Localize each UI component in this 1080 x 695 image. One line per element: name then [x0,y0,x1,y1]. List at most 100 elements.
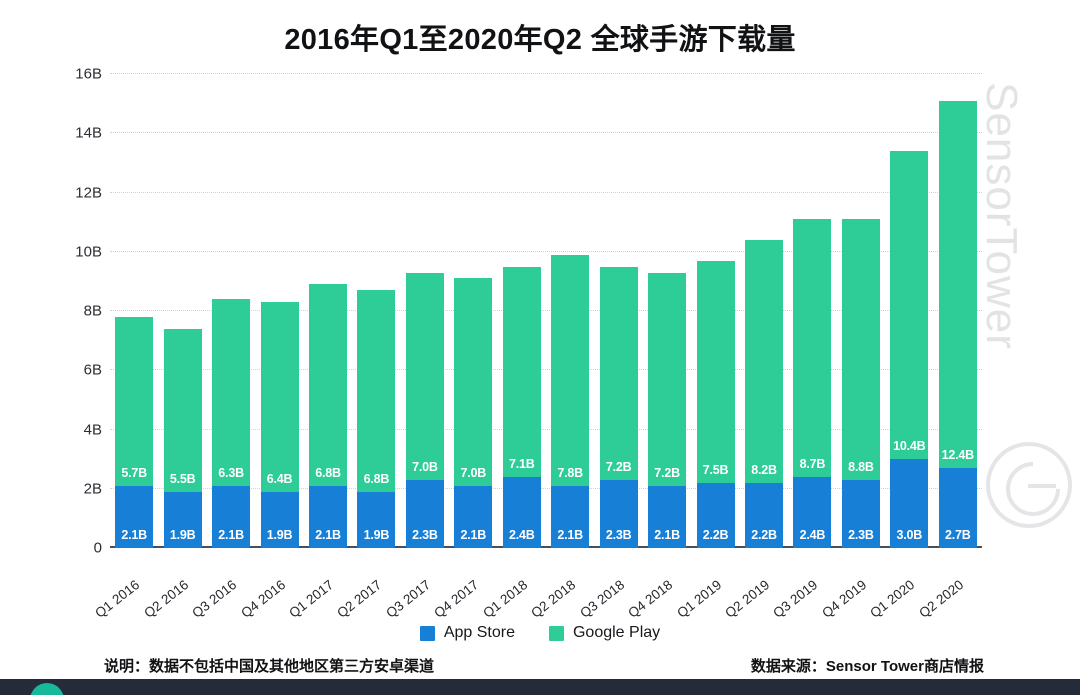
x-axis-tick: Q3 2019 [770,577,821,621]
brand-dot-icon [30,683,64,695]
bar-group[interactable]: 7.0B 2.1B [454,278,493,548]
bar-value-label: 5.5B [169,471,196,486]
bar-segment-google-play[interactable]: 7.2B [599,266,638,480]
bar-segment-google-play[interactable]: 7.8B [551,254,590,486]
bar-segment-google-play[interactable]: 7.0B [405,272,444,480]
legend-item[interactable]: Google Play [548,624,661,642]
bar-value-label: 2.1B [218,528,244,542]
legend-label: Google Play [572,624,661,641]
bar-segment-app-store[interactable]: 1.9B [163,491,202,548]
bar-group[interactable]: 6.8B 2.1B [309,284,347,548]
bar-segment-app-store[interactable]: 2.3B [405,479,444,548]
y-axis-tick: 8B [83,302,102,320]
bar-segment-app-store[interactable]: 2.7B [938,468,977,548]
x-axis-tick: Q2 2017 [334,577,385,621]
bar-segment-app-store[interactable]: 2.1B [551,485,590,548]
bar-group[interactable]: 8.7B 2.4B [793,219,832,548]
bar-value-label: 2.1B [121,528,148,542]
bar-segment-app-store[interactable]: 2.4B [502,476,541,548]
x-axis-tick: Q4 2018 [625,577,676,621]
x-axis-tick: Q1 2019 [673,577,724,621]
bar-group[interactable]: 7.2B 2.1B [648,272,687,548]
bar-value-label: 7.2B [654,465,680,480]
bar-segment-app-store[interactable]: 3.0B [890,459,929,548]
bar-group[interactable]: 7.2B 2.3B [599,266,638,548]
bar-segment-google-play[interactable]: 12.4B [938,100,977,469]
bar-value-label: 2.1B [460,528,487,542]
bar-segment-app-store[interactable]: 2.1B [309,485,347,548]
bar-segment-google-play[interactable]: 6.4B [260,302,299,492]
y-axis-tick: 4B [83,421,102,438]
bar-value-label: 1.9B [169,528,196,542]
bar-segment-app-store[interactable]: 2.4B [793,476,832,548]
bar-segment-app-store[interactable]: 1.9B [260,491,299,548]
bar-group[interactable]: 6.3B 2.1B [212,299,251,548]
x-axis-tick: Q2 2018 [528,577,579,621]
bar-segment-app-store[interactable]: 2.1B [454,485,493,548]
x-axis-tick: Q1 2020 [867,577,918,621]
bar-segment-app-store[interactable]: 2.1B [648,485,687,548]
legend-item[interactable]: App Store [419,624,515,642]
bar-segment-app-store[interactable]: 2.3B [599,479,638,548]
x-axis-tick: Q1 2016 [92,577,143,621]
bar-segment-google-play[interactable]: 7.0B [454,278,493,486]
chart-page: 2016年Q1至2020年Q2 全球手游下载量 0 2B 4B 6B 8B 10B 12B 1… [0,0,1080,695]
bar-value-label: 6.3B [218,465,244,480]
bar-group[interactable]: 6.4B 1.9B [260,302,299,548]
bar-group[interactable]: 5.7B 2.1B [115,316,154,548]
bar-group[interactable]: 12.4B 2.7B [938,100,977,548]
bar-value-label: 2.2B [751,528,777,542]
bar-value-label: 1.9B [266,528,293,542]
bar-segment-google-play[interactable]: 7.2B [648,272,687,486]
bar-segment-google-play[interactable]: 8.8B [841,219,880,480]
chart-legend: App Store Google Play [0,624,1080,642]
bar-value-label: 12.4B [941,448,975,463]
bar-segment-google-play[interactable]: 6.3B [212,299,251,486]
plot-wrapper: 0 2B 4B 6B 8B 10B 12B 14B 16B 5.7B 2.1B 5.5B 1.9B 6.… [0,0,1080,695]
bar-segment-app-store[interactable]: 2.1B [115,485,154,548]
bar-group[interactable]: 8.2B 2.2B [745,239,783,548]
bar-group[interactable]: 7.8B 2.1B [551,254,590,548]
bar-segment-google-play[interactable]: 5.5B [163,328,202,492]
bar-segment-app-store[interactable]: 2.2B [745,482,783,548]
bar-segment-google-play[interactable]: 5.7B [115,316,154,486]
bar-group[interactable]: 6.8B 1.9B [357,290,396,548]
bar-segment-app-store[interactable]: 2.3B [841,479,880,548]
legend-swatch-icon [548,625,564,641]
bar-value-label: 2.4B [508,528,535,542]
bar-segment-google-play[interactable]: 8.7B [793,219,832,477]
x-axis-tick: Q2 2016 [140,577,191,621]
bar-group[interactable]: 7.1B 2.4B [502,266,541,548]
bar-value-label: 6.8B [363,471,390,486]
bar-segment-google-play[interactable]: 6.8B [357,290,396,492]
bar-group[interactable]: 7.0B 2.3B [405,272,444,548]
bar-value-label: 7.8B [557,465,584,480]
bar-value-label: 2.3B [412,528,438,542]
bar-segment-google-play[interactable]: 7.1B [502,266,541,477]
bar-segment-google-play[interactable]: 10.4B [890,151,929,460]
bar-segment-app-store[interactable]: 1.9B [357,491,396,548]
bar-value-label: 2.4B [799,528,826,542]
bar-value-label: 2.3B [605,528,632,542]
bar-segment-google-play[interactable]: 6.8B [309,284,347,486]
x-axis-tick: Q3 2017 [383,577,434,621]
bar-value-label: 7.0B [412,459,438,474]
bar-series-container: 5.7B 2.1B 5.5B 1.9B 6.3B 2.1B 6.4B 1.9B 6.8B 2.1B… [110,74,982,548]
legend-swatch-icon [419,625,435,641]
bottom-strip [0,679,1080,695]
bar-value-label: 6.4B [266,471,293,486]
bar-segment-google-play[interactable]: 8.2B [745,239,783,483]
bar-group[interactable]: 7.5B 2.2B [696,260,735,548]
bar-group[interactable]: 8.8B 2.3B [841,219,880,548]
bar-value-label: 6.8B [315,465,341,480]
bar-value-label: 8.2B [751,462,777,477]
bar-segment-google-play[interactable]: 7.5B [696,260,735,483]
bar-group[interactable]: 5.5B 1.9B [163,328,202,548]
bar-segment-app-store[interactable]: 2.1B [212,485,251,548]
y-axis-tick: 16B [75,65,102,83]
bar-value-label: 1.9B [363,528,390,542]
bar-segment-app-store[interactable]: 2.2B [696,482,735,548]
bar-value-label: 8.7B [799,456,826,471]
bar-group[interactable]: 10.4B 3.0B [890,151,929,548]
bar-value-label: 2.2B [702,528,729,542]
